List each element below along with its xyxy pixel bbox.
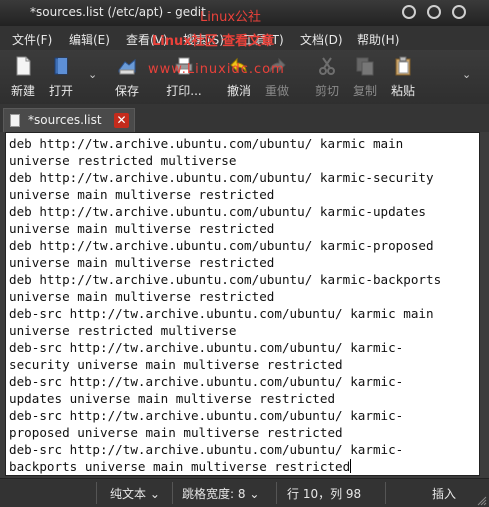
editor-line: deb http://tw.archive.ubuntu.com/ubuntu/… — [9, 170, 434, 185]
paste-button[interactable]: 粘贴 — [382, 54, 424, 100]
undo-button-label: 撤消 — [226, 84, 251, 98]
text-cursor — [350, 459, 352, 473]
new-button-label: 新建 — [10, 84, 35, 98]
close-tab-icon[interactable]: ✕ — [114, 113, 129, 128]
paste-icon — [395, 56, 411, 76]
document-icon — [10, 114, 20, 127]
syntax-selector[interactable]: 纯文本 ⌄ — [110, 485, 160, 502]
open-recent-dropdown[interactable]: ⌄ — [88, 68, 97, 81]
editor-line: universe restricted multiverse — [9, 323, 237, 338]
watermark-toolbar: www.Linuxidc.com — [148, 62, 285, 77]
status-separator — [172, 482, 173, 504]
editor-line: universe main multiverse restricted — [9, 255, 275, 270]
maximize-button[interactable] — [427, 5, 441, 19]
cut-button[interactable]: 剪切 — [306, 54, 348, 100]
window-title: *sources.list (/etc/apt) - gedit — [30, 5, 206, 19]
editor-line: deb-src http://tw.archive.ubuntu.com/ubu… — [9, 442, 404, 457]
editor-line: deb http://tw.archive.ubuntu.com/ubuntu/… — [9, 238, 434, 253]
editor-line: security universe main multiverse restri… — [9, 357, 343, 372]
paste-button-label: 粘贴 — [390, 84, 415, 98]
editor-line: backports universe main multiverse restr… — [9, 459, 352, 474]
save-button-label: 保存 — [114, 84, 139, 98]
tab-width-selector[interactable]: 跳格宽度: 8 ⌄ — [182, 485, 259, 502]
tab-width-label: 跳格宽度: 8 — [182, 487, 246, 501]
editor-line: universe main multiverse restricted — [9, 289, 275, 304]
editor-line: deb-src http://tw.archive.ubuntu.com/ubu… — [9, 340, 404, 355]
editor-margin — [480, 132, 489, 476]
redo-button-label: 重做 — [264, 84, 289, 98]
editor-line: proposed universe main multiverse restri… — [9, 425, 343, 440]
tab-width-dropdown-icon: ⌄ — [249, 487, 260, 501]
close-window-button[interactable] — [452, 5, 466, 19]
open-folder-icon — [54, 57, 68, 75]
editor-line: deb-src http://tw.archive.ubuntu.com/ubu… — [9, 306, 434, 321]
editor-line: universe restricted multiverse — [9, 153, 237, 168]
editor-line: deb-src http://tw.archive.ubuntu.com/ubu… — [9, 408, 404, 423]
cut-button-label: 剪切 — [314, 84, 339, 98]
new-document-icon — [16, 56, 31, 76]
redo-button[interactable]: 重做 — [256, 54, 298, 100]
gedit-window: *sources.list (/etc/apt) - gedit Linux公社… — [0, 0, 489, 507]
print-button-label: 打印... — [166, 84, 202, 98]
print-button[interactable]: 打印... — [160, 54, 208, 100]
editor-line: deb-src http://tw.archive.ubuntu.com/ubu… — [9, 374, 404, 389]
menu-edit[interactable]: 编辑(E) — [69, 31, 110, 48]
cursor-position: 行 10，列 98 — [287, 487, 362, 501]
toolbar-overflow-dropdown[interactable]: ⌄ — [462, 68, 471, 81]
editor-line: universe main multiverse restricted — [9, 187, 275, 202]
tab-bar: *sources.list ✕ — [0, 104, 489, 132]
open-button[interactable]: 打开 — [40, 54, 82, 100]
editor-line: deb http://tw.archive.ubuntu.com/ubuntu/… — [9, 136, 404, 151]
syntax-dropdown-icon: ⌄ — [149, 487, 160, 501]
insert-mode: 插入 — [432, 487, 457, 501]
watermark-title: Linux公社 — [200, 10, 262, 25]
tab-label: *sources.list — [28, 113, 102, 127]
minimize-button[interactable] — [402, 5, 416, 19]
tab-sources-list[interactable]: *sources.list ✕ — [3, 108, 135, 132]
editor-line: universe main multiverse restricted — [9, 221, 275, 236]
watermark-menu: Linux社区 查看文章 — [152, 34, 275, 49]
resize-grip-icon[interactable] — [477, 496, 487, 506]
editor-line: deb http://tw.archive.ubuntu.com/ubuntu/… — [9, 272, 442, 287]
menu-documents[interactable]: 文档(D) — [300, 31, 343, 48]
text-editor[interactable]: deb http://tw.archive.ubuntu.com/ubuntu/… — [5, 132, 480, 476]
open-button-label: 打开 — [48, 84, 73, 98]
editor-line: deb http://tw.archive.ubuntu.com/ubuntu/… — [9, 204, 427, 219]
copy-icon — [356, 57, 374, 76]
save-button[interactable]: 保存 — [106, 54, 148, 100]
toolbar: 新建 打开 ⌄ 保存 打印... 撤消 重做 剪切 复制 粘贴 ⌄ — [0, 50, 489, 104]
editor-line: updates universe main multiverse restric… — [9, 391, 336, 406]
status-bar: 纯文本 ⌄ 跳格宽度: 8 ⌄ 行 10，列 98 插入 — [0, 478, 489, 507]
menu-file[interactable]: 文件(F) — [12, 31, 52, 48]
title-bar: *sources.list (/etc/apt) - gedit Linux公社 — [0, 0, 489, 26]
copy-button-label: 复制 — [352, 84, 377, 98]
status-separator — [96, 482, 97, 504]
status-separator — [385, 482, 386, 504]
syntax-label: 纯文本 — [110, 487, 147, 501]
undo-button[interactable]: 撤消 — [218, 54, 260, 100]
copy-button[interactable]: 复制 — [344, 54, 386, 100]
status-separator — [276, 482, 277, 504]
menu-help[interactable]: 帮助(H) — [357, 31, 399, 48]
save-icon — [118, 58, 136, 75]
new-button[interactable]: 新建 — [2, 54, 44, 100]
cut-icon — [319, 57, 335, 75]
